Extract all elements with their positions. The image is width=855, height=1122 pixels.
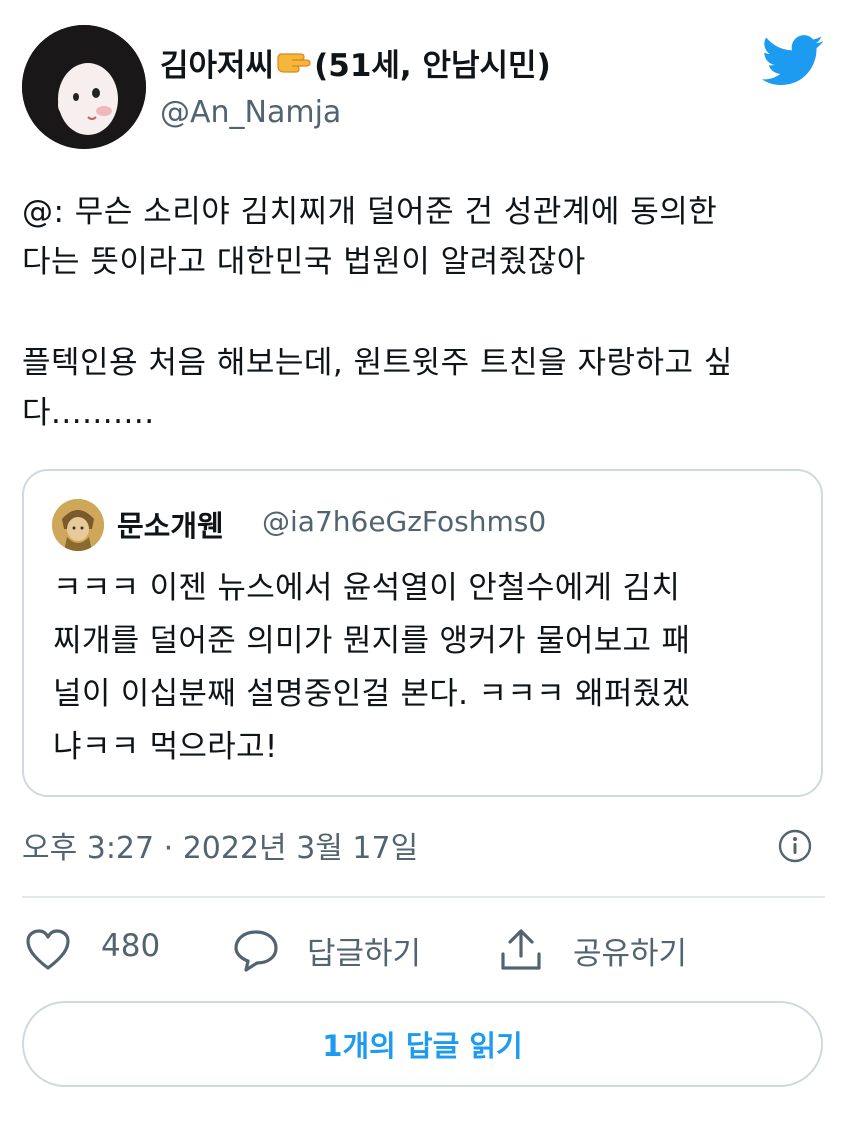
share-button[interactable]: 공유하기 bbox=[573, 928, 687, 973]
quoted-text-line: 널이 이십분째 설명중인걸 본다. ㅋㅋㅋ 왜퍼줬겠 bbox=[53, 676, 691, 712]
quoted-text-line: 냐ㅋㅋ 먹으라고! bbox=[53, 729, 278, 765]
quoted-author-avatar bbox=[52, 499, 104, 551]
heart-icon[interactable] bbox=[24, 926, 72, 974]
tweet-timestamp[interactable]: 오후 3:27 · 2022년 3월 17일 bbox=[22, 823, 418, 867]
avatar-illustration bbox=[22, 25, 146, 149]
author-name-suffix: (51세, 안남시민) bbox=[314, 48, 551, 84]
read-replies-button[interactable]: 1개의 답글 읽기 bbox=[22, 1001, 823, 1087]
author-name-part: 김아저씨 bbox=[160, 48, 275, 84]
author-handle[interactable]: @An_Namja bbox=[160, 95, 341, 130]
tweet-text-line: 플텍인용 처음 해보는데, 원트윗주 트친을 자랑하고 싶 bbox=[22, 345, 733, 381]
pointing-hand-emoji-icon bbox=[276, 48, 312, 78]
reply-button[interactable]: 답글하기 bbox=[307, 928, 421, 973]
tweet-text-line: 다.......... bbox=[22, 395, 155, 431]
info-icon[interactable] bbox=[778, 829, 812, 863]
author-display-name[interactable]: 김아저씨 (51세, 안남시민) bbox=[160, 40, 551, 85]
share-icon[interactable] bbox=[497, 926, 545, 974]
author-avatar[interactable] bbox=[22, 25, 146, 149]
quoted-text-line: 찌개를 덜어준 의미가 뭔지를 앵커가 물어보고 패 bbox=[53, 623, 691, 659]
quoted-text-line: ㅋㅋㅋ 이젠 뉴스에서 윤석열이 안철수에게 김치 bbox=[53, 570, 681, 606]
read-replies-label: 1개의 답글 읽기 bbox=[322, 1029, 523, 1063]
tweet-text-line: 다는 뜻이라고 대한민국 법원이 알려줬잖아 bbox=[22, 244, 586, 280]
divider bbox=[22, 896, 825, 898]
quoted-avatar-illustration bbox=[52, 499, 104, 551]
quoted-author-name: 문소개웬 bbox=[117, 509, 224, 543]
twitter-bird-icon[interactable] bbox=[762, 35, 824, 87]
tweet-text-line: @: 무슨 소리야 김치찌개 덜어준 건 성관계에 동의한 bbox=[22, 194, 718, 230]
reply-bubble-icon[interactable] bbox=[232, 926, 280, 974]
quoted-author-handle: @ia7h6eGzFoshms0 bbox=[262, 505, 547, 538]
like-count[interactable]: 480 bbox=[101, 928, 160, 964]
